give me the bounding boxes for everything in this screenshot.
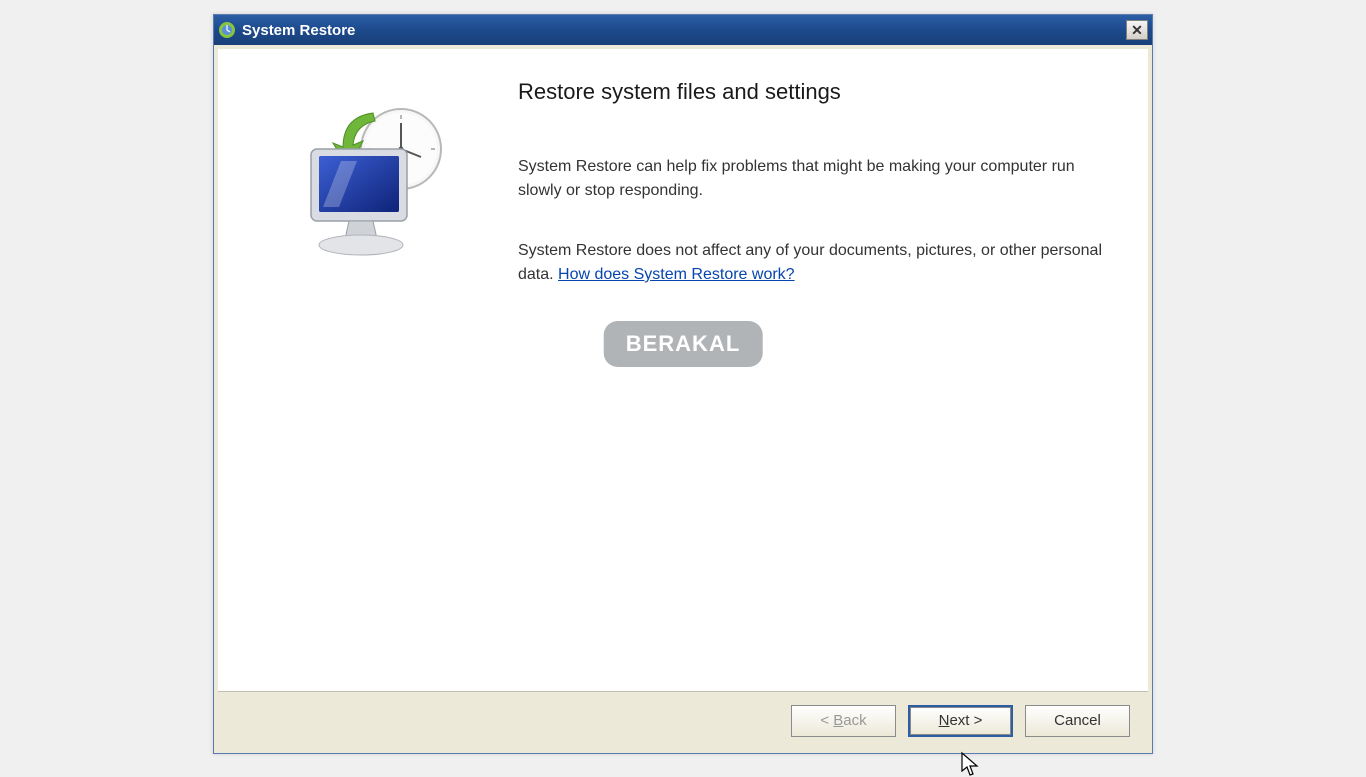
page-heading: Restore system files and settings: [518, 79, 1108, 105]
button-bar: < Back Next > Cancel: [218, 691, 1148, 749]
detail-paragraph: System Restore does not affect any of yo…: [518, 239, 1108, 287]
content-area: Restore system files and settings System…: [218, 49, 1148, 691]
system-restore-window: System Restore ✕: [213, 14, 1153, 754]
app-icon: [218, 21, 236, 39]
window-title: System Restore: [242, 22, 1126, 39]
titlebar: System Restore ✕: [214, 15, 1152, 45]
cancel-label: Cancel: [1054, 712, 1101, 729]
cancel-button[interactable]: Cancel: [1025, 705, 1130, 737]
next-button[interactable]: Next >: [908, 705, 1013, 737]
watermark-badge: BERAKAL: [604, 321, 763, 367]
close-button[interactable]: ✕: [1126, 20, 1148, 40]
cursor-icon: [960, 751, 980, 777]
close-icon: ✕: [1131, 22, 1143, 39]
help-link[interactable]: How does System Restore work?: [558, 266, 795, 283]
system-restore-icon: [293, 99, 453, 279]
icon-pane: [238, 79, 508, 671]
text-pane: Restore system files and settings System…: [508, 79, 1128, 671]
intro-paragraph: System Restore can help fix problems tha…: [518, 155, 1108, 203]
back-label: < Back: [820, 712, 866, 729]
next-label: Next >: [939, 712, 983, 729]
back-button: < Back: [791, 705, 896, 737]
